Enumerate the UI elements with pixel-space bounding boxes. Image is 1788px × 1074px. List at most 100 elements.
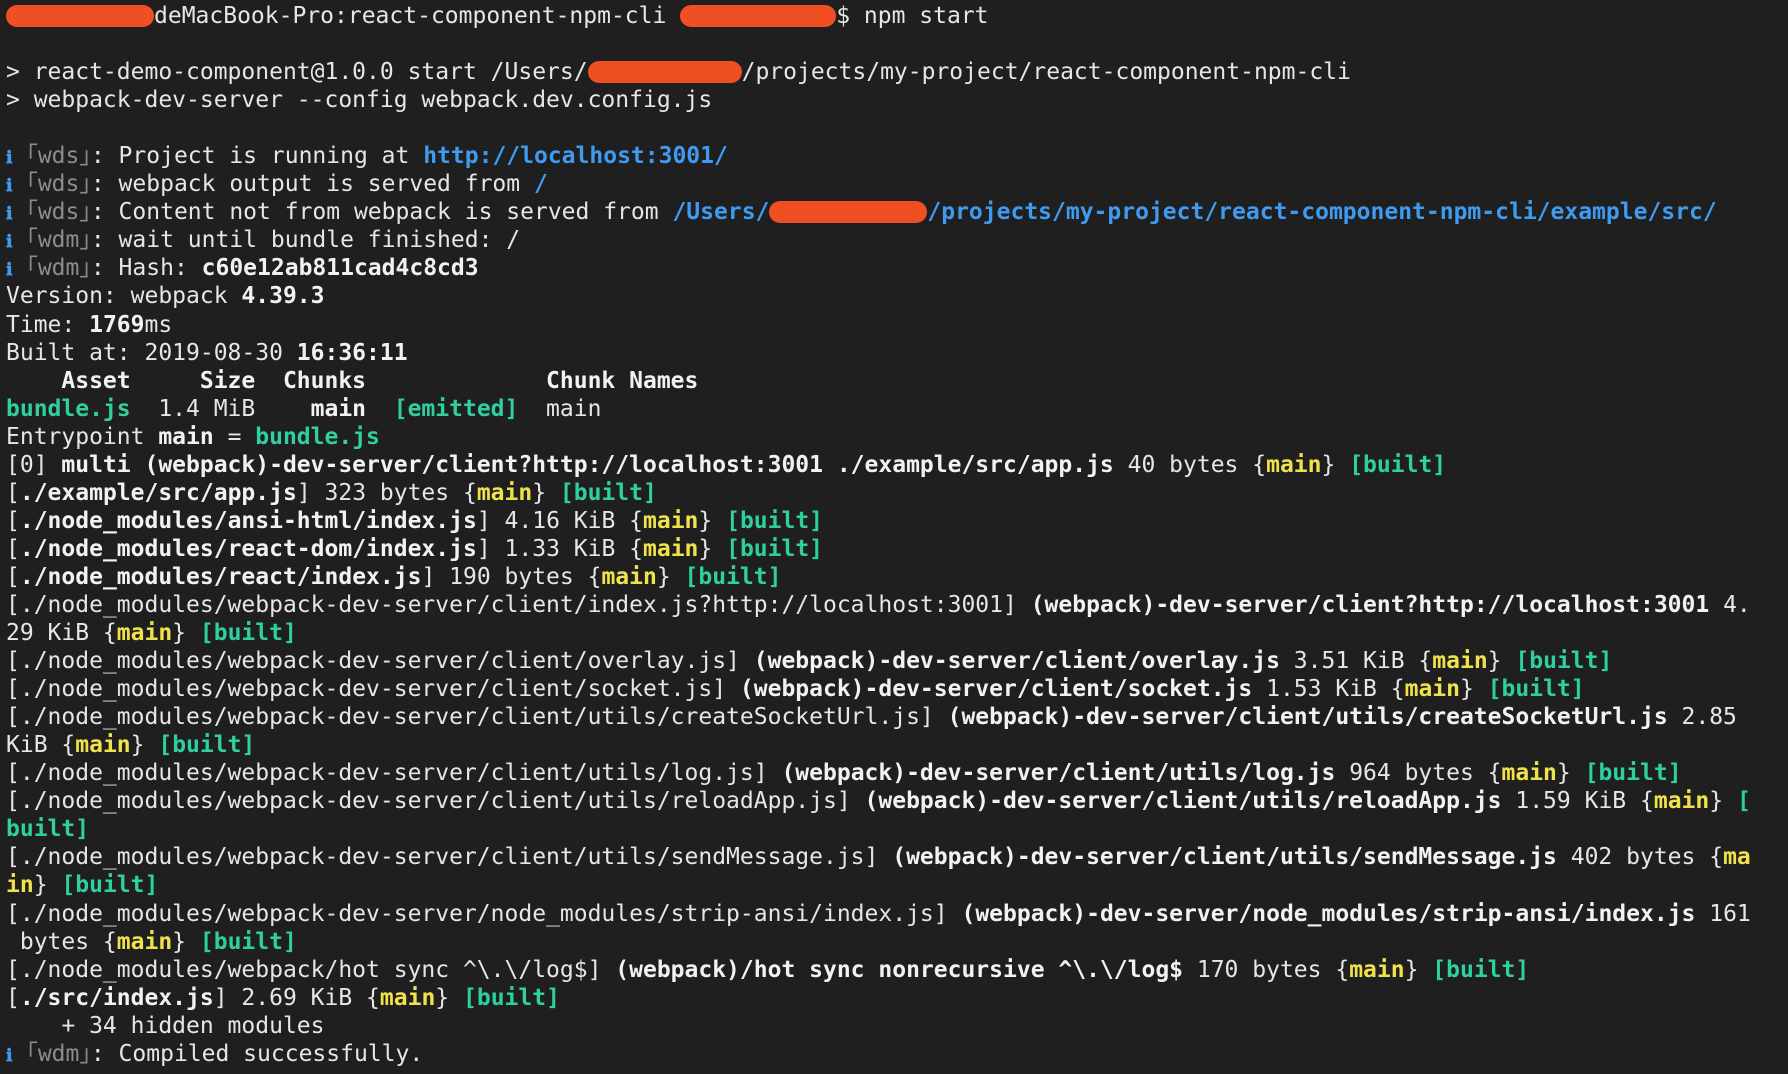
terminal-text: [built]	[61, 872, 159, 899]
terminal-text: Asset Size Chunks Chunk Names	[6, 367, 699, 394]
terminal-text: ] 323 bytes {	[296, 479, 477, 506]
terminal-text: }	[1487, 648, 1516, 675]
terminal-text: }	[1709, 788, 1737, 815]
terminal-text: 1.53 KiB {	[1252, 676, 1405, 703]
terminal-text: ] 4.16 KiB {	[476, 507, 643, 534]
terminal-text: main	[379, 984, 436, 1011]
terminal-text: $ npm start	[836, 3, 989, 29]
terminal-text: main	[310, 395, 367, 422]
terminal-line: [./node_modules/webpack-dev-server/clien…	[6, 759, 1782, 787]
terminal-text: 1.4 MiB	[130, 395, 311, 422]
terminal-text: (webpack)-dev-server/client/utils/create…	[947, 704, 1668, 731]
terminal-text: [	[6, 507, 20, 534]
terminal-text: [built]	[199, 620, 297, 647]
terminal-text: bundle.js	[6, 395, 131, 422]
terminal-text: KiB {	[6, 732, 76, 759]
terminal-line: + 34 hidden modules	[6, 1012, 1782, 1040]
terminal-text: : Hash:	[90, 255, 202, 282]
terminal-text: (webpack)-dev-server/client?http://local…	[1030, 591, 1710, 618]
terminal-text: [built]	[684, 563, 782, 590]
terminal-text: 4.39.3	[241, 283, 325, 310]
terminal-text: 4.	[1709, 591, 1751, 618]
terminal-text: (webpack)-dev-server/client/overlay.js	[753, 648, 1280, 675]
terminal-text: main	[75, 732, 131, 759]
terminal-text: ｢wds｣	[12, 171, 91, 198]
terminal-text: }	[698, 507, 727, 534]
terminal-line: [./node_modules/webpack-dev-server/clien…	[6, 647, 1782, 675]
terminal-text: [./node_modules/webpack-dev-server/clien…	[6, 704, 948, 731]
terminal-text: }	[172, 620, 200, 647]
terminal-line: KiB {main} [built]	[6, 731, 1782, 759]
terminal-text: main	[1432, 648, 1488, 675]
terminal-text: }	[435, 984, 463, 1011]
terminal-line: Asset Size Chunks Chunk Names	[6, 367, 1782, 395]
terminal-text: ｢wds｣	[12, 143, 91, 170]
redaction-mark	[6, 5, 154, 27]
terminal-text: 964 bytes {	[1335, 760, 1502, 787]
terminal-text: [./node_modules/webpack-dev-server/clien…	[6, 591, 1031, 618]
terminal-text: > react-demo-component@1.0.0 start /User…	[6, 59, 588, 86]
terminal-text: [0]	[6, 451, 62, 478]
terminal-text: main	[518, 395, 602, 422]
terminal-text: 1.59 KiB {	[1501, 788, 1654, 815]
terminal-line: bytes {main} [built]	[6, 928, 1782, 956]
terminal-text: bundle.js	[255, 423, 380, 450]
terminal-line: [./node_modules/ansi-html/index.js] 4.16…	[6, 507, 1782, 535]
terminal-line: ℹ ｢wds｣: webpack output is served from /	[6, 170, 1782, 198]
terminal-text: [built]	[1349, 451, 1447, 478]
terminal-text: bytes {	[6, 928, 117, 955]
redaction-mark	[680, 5, 837, 27]
terminal-text: [emitted]	[393, 395, 519, 422]
terminal-text: [./node_modules/webpack/hot sync ^\.\/lo…	[6, 956, 616, 983]
terminal-text: }	[33, 872, 62, 899]
terminal-text: main	[158, 423, 214, 450]
terminal-text: [	[6, 563, 20, 590]
terminal-output: deMacBook-Pro:react-component-npm-cli $ …	[6, 2, 1782, 1068]
redaction-mark	[769, 201, 928, 224]
terminal-text: }	[172, 928, 200, 955]
terminal-line: ℹ ｢wds｣: Project is running at http://lo…	[6, 142, 1782, 170]
terminal-text: =	[213, 423, 256, 450]
terminal-text: }	[1321, 451, 1350, 478]
terminal-text: [built]	[463, 984, 560, 1011]
terminal-text: /Users/	[672, 199, 770, 226]
terminal-text: ./src/index.js	[19, 984, 214, 1011]
terminal-text: Version: webpack	[6, 283, 242, 310]
terminal-text: 16:36:11	[296, 339, 408, 366]
terminal-line: [./node_modules/webpack-dev-server/node_…	[6, 900, 1782, 928]
terminal-text: [built]	[1584, 760, 1682, 787]
terminal-text: [./node_modules/webpack-dev-server/clien…	[6, 648, 754, 675]
terminal-text: [built]	[559, 479, 657, 506]
terminal-text: /projects/my-project/react-component-npm…	[741, 59, 1351, 86]
terminal-line: Entrypoint main = bundle.js	[6, 423, 1782, 451]
terminal-text: [./node_modules/webpack-dev-server/clien…	[6, 844, 893, 871]
terminal-text: (webpack)-dev-server/node_modules/strip-…	[961, 900, 1696, 927]
terminal-line: [./node_modules/react-dom/index.js] 1.33…	[6, 535, 1782, 563]
terminal-text: }	[1459, 676, 1488, 703]
terminal-text: ] 2.69 KiB {	[213, 984, 380, 1011]
terminal-text: }	[656, 563, 685, 590]
terminal-text: ｢wdm｣	[12, 255, 91, 282]
terminal-text: [	[6, 984, 20, 1011]
terminal-text: 170 bytes {	[1183, 956, 1350, 983]
terminal-text: main	[1349, 956, 1405, 983]
terminal-text: [	[6, 479, 20, 506]
terminal-text: [built]	[1515, 648, 1613, 675]
terminal-text: [built]	[726, 535, 824, 562]
terminal-text: }	[130, 732, 159, 759]
terminal-line: [./src/index.js] 2.69 KiB {main} [built]	[6, 984, 1782, 1012]
terminal-line: [./node_modules/webpack-dev-server/clien…	[6, 843, 1782, 871]
terminal-text: + 34 hidden modules	[6, 1012, 325, 1039]
terminal-text: [./node_modules/webpack-dev-server/clien…	[6, 676, 740, 703]
terminal-text: 402 bytes {	[1556, 844, 1724, 871]
terminal-line: Version: webpack 4.39.3	[6, 282, 1782, 310]
terminal-text: : webpack output is served from	[90, 171, 534, 198]
terminal-text: [built]	[1432, 956, 1530, 983]
terminal-line: in} [built]	[6, 871, 1782, 899]
terminal-text: ms	[144, 311, 173, 338]
terminal-line: > react-demo-component@1.0.0 start /User…	[6, 58, 1782, 86]
terminal-text: }	[1404, 956, 1433, 983]
